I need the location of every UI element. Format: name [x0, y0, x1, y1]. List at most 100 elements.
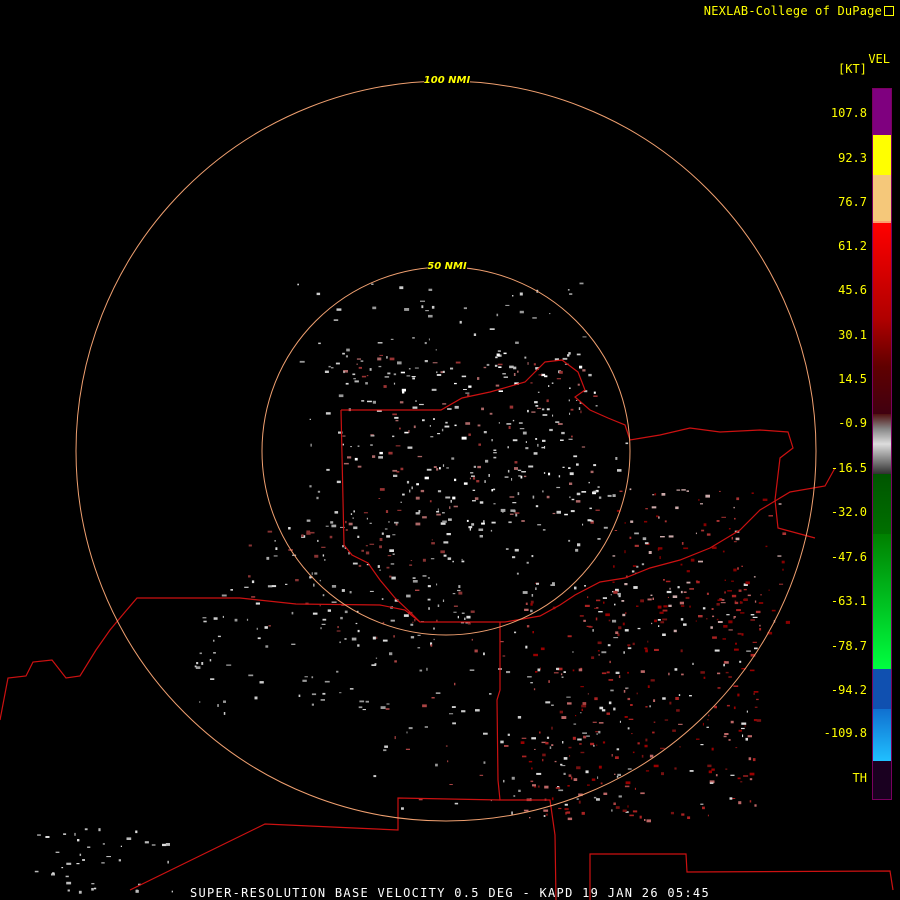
echo-pixel	[436, 374, 442, 376]
echo-pixel	[532, 495, 535, 499]
echo-pixel	[436, 583, 438, 586]
echo-pixel	[392, 469, 398, 472]
echo-pixel	[463, 482, 468, 485]
echo-pixel	[587, 596, 589, 599]
echo-pixel	[217, 635, 221, 638]
echo-pixel	[342, 443, 344, 446]
echo-pixel	[530, 682, 533, 684]
echo-pixel	[420, 489, 425, 493]
echo-pixel	[608, 701, 612, 705]
echo-pixel	[468, 526, 473, 529]
echo-pixel	[617, 592, 621, 596]
echo-pixel	[606, 671, 610, 674]
echo-pixel	[414, 619, 416, 622]
echo-pixel	[557, 786, 560, 788]
echo-pixel	[377, 342, 383, 344]
echo-pixel	[654, 619, 657, 623]
echo-pixel	[779, 583, 784, 585]
echo-pixel	[498, 366, 502, 368]
echo-pixel	[400, 467, 404, 471]
echo-pixel	[343, 371, 345, 374]
legend-label: 14.5	[838, 372, 867, 386]
echo-pixel	[754, 804, 757, 807]
echo-pixel	[645, 508, 648, 510]
echo-pixel	[505, 304, 510, 306]
echo-pixel	[389, 575, 392, 578]
echo-pixel	[314, 572, 318, 575]
echo-pixel	[551, 704, 554, 706]
echo-pixel	[470, 472, 474, 474]
echo-pixel	[632, 810, 638, 813]
credit-text[interactable]: NEXLAB-College of DuPage	[704, 4, 894, 18]
echo-pixel	[498, 422, 500, 424]
echo-pixel	[379, 569, 381, 571]
echo-pixel	[739, 660, 742, 663]
echo-pixel	[613, 802, 616, 805]
echo-pixel	[451, 457, 455, 460]
echo-pixel	[743, 588, 747, 591]
echo-pixel	[565, 811, 567, 815]
echo-pixel	[428, 338, 430, 341]
echo-pixel	[360, 360, 364, 362]
echo-pixel	[740, 781, 743, 783]
echo-pixel	[645, 738, 648, 742]
echo-pixel	[707, 814, 709, 817]
echo-pixel	[429, 500, 432, 503]
echo-pixel	[531, 555, 534, 558]
echo-pixel	[540, 647, 545, 651]
echo-pixel	[664, 719, 669, 721]
echo-pixel	[570, 776, 573, 780]
echo-pixel	[669, 587, 671, 590]
echo-pixel	[645, 706, 648, 708]
echo-pixel	[390, 338, 394, 340]
echo-pixel	[471, 475, 475, 477]
echo-pixel	[782, 532, 787, 535]
echo-pixel	[734, 517, 736, 520]
echo-pixel	[561, 431, 565, 435]
echo-pixel	[642, 537, 647, 541]
echo-pixel	[742, 734, 744, 738]
echo-pixel	[484, 480, 486, 483]
echo-pixel	[503, 779, 505, 783]
echo-pixel	[576, 353, 581, 356]
echo-pixel	[737, 632, 742, 635]
echo-pixel	[162, 843, 167, 847]
echo-pixel	[579, 282, 584, 285]
legend-label: -94.2	[830, 683, 867, 697]
echo-pixel	[631, 733, 633, 735]
echo-pixel	[532, 631, 534, 634]
echo-pixel	[750, 619, 755, 621]
echo-pixel	[584, 585, 586, 587]
echo-pixel	[467, 622, 471, 625]
echo-pixel	[730, 720, 734, 724]
echo-pixel	[362, 709, 366, 711]
echo-pixel	[488, 474, 490, 477]
echo-pixel	[612, 619, 617, 623]
legend-label: 61.2	[838, 239, 867, 253]
echo-pixel	[743, 775, 749, 777]
echo-pixel	[542, 529, 546, 531]
echo-pixel	[463, 307, 467, 310]
echo-pixel	[353, 526, 358, 530]
echo-pixel	[729, 797, 733, 800]
echo-pixel	[624, 716, 628, 718]
echo-pixel	[667, 596, 669, 598]
echo-pixel	[383, 385, 387, 388]
echo-pixel	[653, 721, 656, 723]
echo-pixel	[344, 610, 348, 614]
echo-pixel	[648, 551, 652, 554]
echo-pixel	[607, 644, 611, 647]
echo-pixel	[312, 612, 318, 615]
echo-pixel	[210, 678, 215, 680]
echo-pixel	[413, 425, 416, 429]
echo-pixel	[311, 703, 314, 706]
echo-pixel	[350, 446, 352, 448]
echo-pixel	[696, 738, 700, 740]
echo-pixel	[680, 563, 683, 566]
echo-pixel	[681, 813, 685, 816]
echo-pixel	[299, 360, 305, 363]
echo-pixel	[61, 867, 64, 869]
echo-pixel	[576, 798, 579, 800]
echo-pixel	[309, 418, 311, 420]
echo-pixel	[404, 431, 409, 434]
